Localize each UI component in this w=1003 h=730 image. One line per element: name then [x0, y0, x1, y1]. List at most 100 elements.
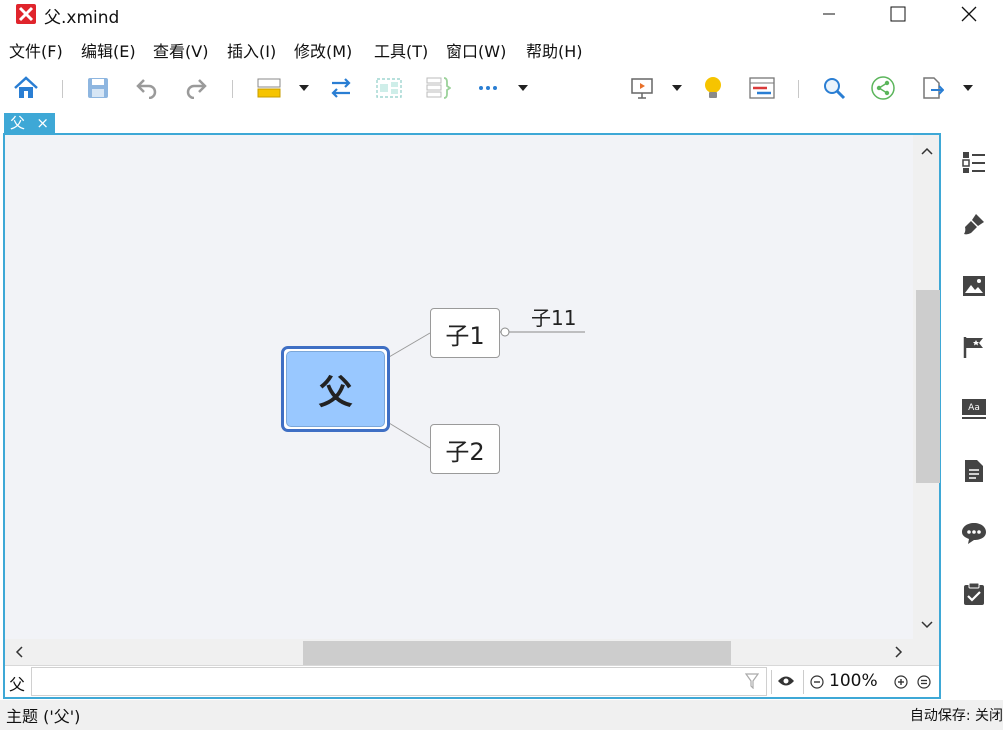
summary-icon	[426, 77, 451, 99]
menu-modify[interactable]: 修改(M)	[294, 38, 352, 62]
save-button[interactable]	[84, 74, 112, 102]
minimize-icon	[823, 13, 835, 15]
idea-button[interactable]	[699, 74, 727, 102]
redo-button[interactable]	[182, 74, 210, 102]
more-dropdown[interactable]	[516, 78, 530, 98]
maximize-button[interactable]	[875, 0, 921, 28]
tab-document[interactable]: 父 ×	[4, 113, 55, 133]
scroll-up-icon[interactable]	[919, 143, 935, 159]
outline-icon	[962, 152, 985, 173]
menu-tools[interactable]: 工具(T)	[374, 38, 428, 62]
insert-topic-button[interactable]	[255, 74, 283, 102]
zoom-out-icon[interactable]	[810, 675, 824, 689]
undo-icon	[136, 79, 157, 99]
export-icon	[923, 77, 944, 99]
text-style-icon: Aa	[962, 399, 986, 419]
fit-zoom-icon[interactable]	[917, 675, 931, 689]
presentation-button[interactable]	[628, 74, 656, 102]
filter-input[interactable]	[31, 667, 767, 696]
xmind-logo-icon	[16, 4, 36, 24]
gantt-icon	[749, 77, 775, 99]
topic-dropdown[interactable]	[297, 78, 311, 98]
presentation-dropdown[interactable]	[670, 78, 684, 98]
tab-label: 父	[10, 114, 26, 132]
share-button[interactable]	[869, 74, 897, 102]
menu-view[interactable]: 查看(V)	[153, 38, 208, 62]
menu-help[interactable]: 帮助(H)	[526, 38, 583, 62]
svg-text:Aa: Aa	[968, 403, 980, 413]
image-icon	[963, 276, 985, 296]
style-button[interactable]: Aa	[960, 395, 988, 423]
vertical-scrollbar[interactable]	[913, 135, 940, 639]
central-topic-label: 父	[286, 351, 385, 427]
share-icon	[871, 76, 895, 100]
search-button[interactable]	[820, 74, 848, 102]
menu-window[interactable]: 窗口(W)	[446, 38, 506, 62]
search-icon	[824, 78, 846, 100]
topic-icon	[257, 78, 281, 98]
export-button[interactable]	[918, 74, 946, 102]
summary-button[interactable]	[424, 74, 452, 102]
central-topic[interactable]: 父	[281, 346, 390, 432]
image-button[interactable]	[960, 272, 988, 300]
outline-button[interactable]	[960, 148, 988, 176]
task-button[interactable]	[960, 580, 988, 608]
maximize-icon	[890, 6, 906, 22]
boundary-icon	[376, 78, 402, 98]
menu-insert[interactable]: 插入(I)	[227, 38, 276, 62]
menu-bar: 文件(F) 编辑(E) 查看(V) 插入(I) 修改(M) 工具(T) 窗口(W…	[0, 36, 1003, 62]
menu-edit[interactable]: 编辑(E)	[81, 38, 136, 62]
mindmap-canvas[interactable]: 父 子1 子2 子11	[5, 135, 913, 639]
eye-icon[interactable]	[777, 675, 795, 687]
topic-child-2[interactable]: 子2	[430, 424, 500, 474]
topic-child-1-1[interactable]: 子11	[531, 302, 576, 331]
comment-icon	[962, 523, 986, 544]
task-icon	[964, 582, 984, 605]
home-icon	[14, 76, 38, 98]
horizontal-scrollbar[interactable]	[5, 639, 939, 665]
gantt-button[interactable]	[748, 74, 776, 102]
status-bar: 主题 ('父') 自动保存: 关闭	[0, 700, 1003, 730]
toolbar	[0, 68, 1003, 108]
more-button[interactable]	[474, 74, 502, 102]
relationship-button[interactable]	[327, 74, 355, 102]
undo-button[interactable]	[133, 74, 161, 102]
format-button[interactable]	[960, 210, 988, 238]
notes-button[interactable]	[960, 457, 988, 485]
caret-down-icon	[518, 85, 528, 91]
filter-topic-label: 父	[9, 675, 26, 694]
notes-icon	[965, 460, 983, 482]
brush-icon	[964, 214, 984, 235]
horizontal-scroll-thumb[interactable]	[303, 641, 731, 665]
window-title: 父.xmind	[44, 8, 120, 28]
redo-icon	[186, 79, 207, 99]
status-selection: 主题 ('父')	[6, 707, 81, 726]
close-button[interactable]	[946, 0, 992, 28]
scroll-down-icon[interactable]	[919, 617, 935, 633]
caret-down-icon	[672, 85, 682, 91]
export-dropdown[interactable]	[961, 78, 975, 98]
more-icon	[479, 86, 497, 90]
comments-button[interactable]	[960, 519, 988, 547]
topic-child-1[interactable]: 子1	[430, 308, 500, 358]
status-autosave[interactable]: 自动保存: 关闭	[910, 705, 1003, 725]
menu-file[interactable]: 文件(F)	[9, 38, 63, 62]
connector-lines	[388, 327, 585, 449]
vertical-scroll-thumb[interactable]	[916, 290, 940, 483]
relationship-icon	[331, 78, 351, 98]
minimize-button[interactable]	[806, 0, 852, 28]
scroll-right-icon[interactable]	[891, 644, 907, 660]
caret-down-icon	[299, 85, 309, 91]
save-icon	[88, 78, 108, 98]
scroll-left-icon[interactable]	[11, 644, 27, 660]
idea-icon	[705, 77, 721, 98]
zoom-in-icon[interactable]	[894, 675, 908, 689]
presentation-icon	[631, 78, 653, 99]
home-button[interactable]	[12, 74, 40, 102]
right-panel: Aa	[944, 133, 1003, 699]
boundary-button[interactable]	[375, 74, 403, 102]
flag-icon	[963, 337, 983, 358]
tab-close-icon[interactable]: ×	[36, 113, 49, 133]
filter-icon[interactable]	[745, 673, 759, 689]
marker-button[interactable]	[960, 333, 988, 361]
